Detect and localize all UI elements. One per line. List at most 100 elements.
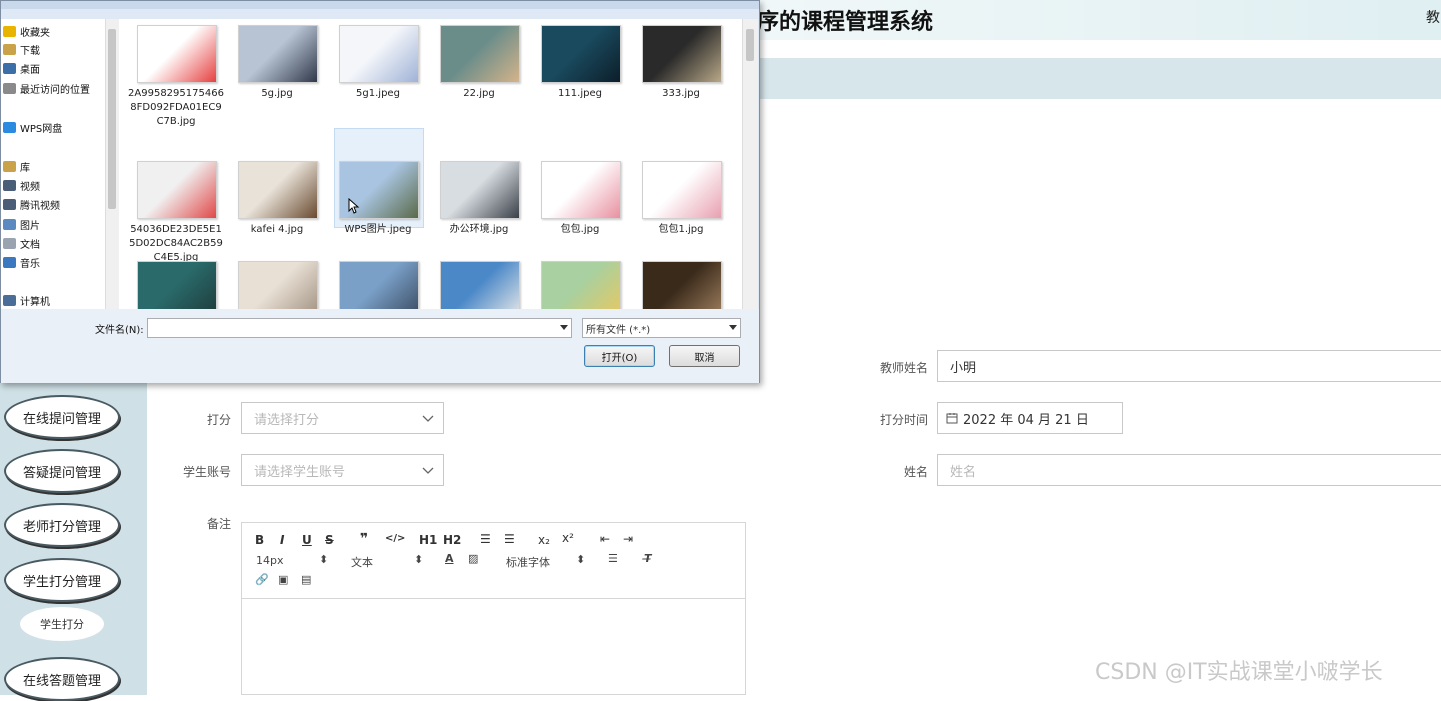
bullet-list-icon[interactable]: ☰ (504, 532, 515, 546)
indent-icon[interactable]: ⇥ (623, 532, 633, 546)
file-name[interactable]: 111.jpeg (532, 87, 628, 101)
file-thumbnail[interactable] (642, 261, 722, 309)
strikethrough-icon[interactable]: S (325, 533, 334, 547)
tree-item-2[interactable]: 桌面 (3, 60, 40, 76)
font-size-select[interactable]: 14px (256, 554, 284, 567)
sidebar-subitem-student-score[interactable]: 学生打分 (20, 607, 104, 641)
file-thumbnail[interactable] (440, 161, 520, 219)
name-field[interactable]: 姓名 (937, 454, 1441, 486)
score-time-picker[interactable]: 2022 年 04 月 21 日 (937, 402, 1123, 434)
font-color-icon[interactable]: A (445, 552, 454, 565)
star-icon (3, 25, 16, 37)
file-thumbnail[interactable] (238, 25, 318, 83)
image-icon[interactable]: ▣ (278, 573, 288, 586)
file-thumbnail[interactable] (642, 25, 722, 83)
align-icon[interactable]: ☰ (608, 552, 618, 565)
student-account-select[interactable]: 请选择学生账号 (241, 454, 444, 486)
sidebar-item-online-answer[interactable]: 在线答题管理 (4, 657, 120, 701)
blockquote-icon[interactable]: ❞ (360, 531, 368, 547)
file-thumbnail[interactable] (137, 261, 217, 309)
filename-input[interactable] (147, 318, 572, 338)
video-icon[interactable]: ▤ (301, 573, 311, 586)
file-name[interactable]: 22.jpg (431, 87, 527, 101)
rich-text-editor: B I U S ❞ </> H1 H2 ☰ ☰ x₂ x² ⇤ ⇥ 14px ⬍… (241, 522, 746, 695)
tree-item-9[interactable]: 文档 (3, 235, 40, 251)
tree-item-1[interactable]: 下载 (3, 41, 40, 57)
file-name[interactable]: kafei 4.jpg (229, 223, 325, 237)
sidebar-item-answer-question[interactable]: 答疑提问管理 (4, 449, 120, 493)
file-name[interactable]: 2A99582951754668FD092FDA01EC9C7B.jpg (128, 87, 224, 129)
documents-icon (3, 237, 16, 249)
file-thumbnail[interactable] (238, 261, 318, 309)
editor-content-area[interactable] (242, 599, 745, 695)
file-thumbnail[interactable] (541, 261, 621, 309)
video-icon (3, 198, 16, 210)
tree-item-3[interactable]: 最近访问的位置 (3, 80, 90, 96)
score-select[interactable]: 请选择打分 (241, 402, 444, 434)
background-color-icon[interactable]: ▨ (468, 552, 478, 565)
teacher-name-label: 教师姓名 (879, 361, 928, 375)
score-time-value: 2022 年 04 月 21 日 (963, 412, 1089, 428)
tree-item-5[interactable]: 库 (3, 158, 30, 174)
user-menu[interactable]: 教 (1426, 7, 1440, 27)
text-style-select[interactable]: 文本 (351, 554, 373, 570)
subscript-icon[interactable]: x₂ (538, 533, 550, 547)
sidebar-item-student-score[interactable]: 学生打分管理 (4, 558, 120, 602)
chevron-down-icon (729, 325, 737, 330)
tree-item-label: 最近访问的位置 (20, 84, 90, 96)
heading-2-icon[interactable]: H2 (443, 533, 461, 547)
file-thumbnail[interactable] (137, 25, 217, 83)
file-thumbnail[interactable] (137, 161, 217, 219)
file-thumbnail[interactable] (541, 25, 621, 83)
pictures-icon (3, 218, 16, 230)
code-icon[interactable]: </> (385, 533, 405, 544)
file-open-dialog: 收藏夹下载桌面最近访问的位置 WPS网盘库视频腾讯视频图片文档音乐计算机 2A99… (0, 0, 760, 383)
bold-icon[interactable]: B (255, 533, 264, 547)
recent-icon (3, 82, 16, 94)
file-thumbnail[interactable] (339, 261, 419, 309)
ordered-list-icon[interactable]: ☰ (480, 532, 491, 546)
filename-label: 文件名(N): (95, 325, 144, 336)
file-thumbnail[interactable] (541, 161, 621, 219)
font-family-select[interactable]: 标准字体 (506, 554, 550, 570)
file-thumbnail[interactable] (642, 161, 722, 219)
tree-item-7[interactable]: 腾讯视频 (3, 196, 60, 212)
file-name[interactable]: 333.jpg (633, 87, 729, 101)
tree-item-4[interactable]: WPS网盘 (3, 119, 62, 135)
link-icon[interactable]: 🔗 (255, 573, 269, 586)
file-name[interactable]: 5g.jpg (229, 87, 325, 101)
tree-item-11[interactable]: 计算机 (3, 292, 50, 308)
sidebar-item-online-question[interactable]: 在线提问管理 (4, 395, 120, 439)
chevron-down-icon[interactable] (560, 325, 568, 330)
clear-format-icon[interactable]: T̶ (644, 552, 652, 565)
file-name[interactable]: 办公环境.jpg (431, 223, 527, 237)
score-time-label: 打分时间 (879, 413, 928, 427)
sidebar-item-teacher-score[interactable]: 老师打分管理 (4, 503, 120, 547)
file-name[interactable]: 54036DE23DE5E15D02DC84AC2B59C4E5.jpg (128, 223, 224, 265)
tree-item-8[interactable]: 图片 (3, 216, 40, 232)
cancel-button[interactable]: 取消 (669, 345, 740, 367)
file-thumbnail[interactable] (440, 261, 520, 309)
file-name[interactable]: 5g1.jpeg (330, 87, 426, 101)
heading-1-icon[interactable]: H1 (419, 533, 437, 547)
file-thumbnail[interactable] (339, 25, 419, 83)
italic-icon[interactable]: I (280, 533, 284, 547)
underline-icon[interactable]: U (302, 533, 312, 547)
tree-item-label: 文档 (20, 239, 40, 251)
tree-scrollbar[interactable] (105, 19, 119, 309)
superscript-icon[interactable]: x² (562, 531, 574, 545)
file-thumbnail[interactable] (238, 161, 318, 219)
file-thumbnail[interactable] (440, 25, 520, 83)
open-button[interactable]: 打开(O) (584, 345, 655, 367)
file-name[interactable]: WPS图片.jpeg (330, 223, 426, 237)
outdent-icon[interactable]: ⇤ (600, 532, 610, 546)
file-type-select[interactable]: 所有文件 (*.*) (582, 318, 741, 338)
tree-item-10[interactable]: 音乐 (3, 254, 40, 270)
file-name[interactable]: 包包.jpg (532, 223, 628, 237)
tree-item-6[interactable]: 视频 (3, 177, 40, 193)
teacher-name-field[interactable]: 小明 (937, 350, 1441, 382)
tree-item-0[interactable]: 收藏夹 (3, 23, 50, 39)
computer-icon (3, 294, 16, 306)
file-list-scrollbar[interactable] (742, 19, 758, 309)
file-name[interactable]: 包包1.jpg (633, 223, 729, 237)
